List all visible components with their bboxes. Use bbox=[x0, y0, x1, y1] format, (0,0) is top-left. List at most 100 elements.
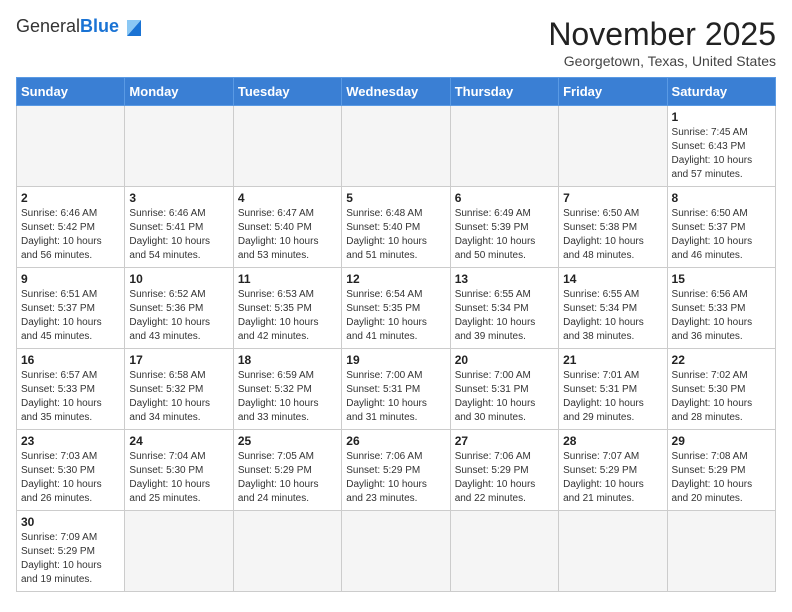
day-info: Sunrise: 6:52 AMSunset: 5:36 PMDaylight:… bbox=[129, 288, 228, 344]
calendar-cell: 6Sunrise: 6:49 AMSunset: 5:39 PMDaylight… bbox=[450, 187, 558, 268]
day-info: Sunrise: 6:54 AMSunset: 5:35 PMDaylight:… bbox=[346, 288, 445, 344]
col-wednesday: Wednesday bbox=[342, 78, 450, 106]
sunrise-text: Sunrise: 7:01 AM bbox=[563, 369, 662, 383]
sunset-text: Sunset: 5:40 PM bbox=[346, 221, 445, 235]
day-info: Sunrise: 6:47 AMSunset: 5:40 PMDaylight:… bbox=[238, 207, 337, 263]
sunrise-text: Sunrise: 6:48 AM bbox=[346, 207, 445, 221]
sunrise-text: Sunrise: 6:53 AM bbox=[238, 288, 337, 302]
calendar-cell: 12 Sunrise: 6:54 AMSunset: 5:35 PMDayligh… bbox=[342, 268, 450, 349]
day-info: Sunrise: 7:03 AMSunset: 5:30 PMDaylight:… bbox=[21, 450, 120, 506]
daylight-text: Daylight: 10 hours and 41 minutes. bbox=[346, 316, 445, 344]
daylight-text: Daylight: 10 hours and 29 minutes. bbox=[563, 397, 662, 425]
sunrise-text: Sunrise: 6:58 AM bbox=[129, 369, 228, 383]
calendar-cell: 15Sunrise: 6:56 AMSunset: 5:33 PMDayligh… bbox=[667, 268, 775, 349]
daylight-text: Daylight: 10 hours and 57 minutes. bbox=[672, 154, 771, 182]
day-number: 29 bbox=[672, 434, 771, 448]
daylight-text: Daylight: 10 hours and 30 minutes. bbox=[455, 397, 554, 425]
sunset-text: Sunset: 5:30 PM bbox=[21, 464, 120, 478]
month-title: November 2025 bbox=[548, 16, 776, 53]
sunset-text: Sunset: 5:42 PM bbox=[21, 221, 120, 235]
col-thursday: Thursday bbox=[450, 78, 558, 106]
sunset-text: Sunset: 5:38 PM bbox=[563, 221, 662, 235]
day-number: 20 bbox=[455, 353, 554, 367]
day-info: Sunrise: 6:46 AMSunset: 5:42 PMDaylight:… bbox=[21, 207, 120, 263]
calendar-cell: 27Sunrise: 7:06 AMSunset: 5:29 PMDayligh… bbox=[450, 430, 558, 511]
calendar-cell: 11 Sunrise: 6:53 AMSunset: 5:35 PMDayligh… bbox=[233, 268, 341, 349]
daylight-text: Daylight: 10 hours and 22 minutes. bbox=[455, 478, 554, 506]
sunrise-text: Sunrise: 6:47 AM bbox=[238, 207, 337, 221]
calendar-cell: 10 Sunrise: 6:52 AMSunset: 5:36 PMDayligh… bbox=[125, 268, 233, 349]
calendar-cell: 4Sunrise: 6:47 AMSunset: 5:40 PMDaylight… bbox=[233, 187, 341, 268]
day-number: 10 bbox=[129, 272, 228, 286]
sunset-text: Sunset: 5:32 PM bbox=[238, 383, 337, 397]
calendar-cell: 13Sunrise: 6:55 AMSunset: 5:34 PMDayligh… bbox=[450, 268, 558, 349]
daylight-text: Daylight: 10 hours and 19 minutes. bbox=[21, 559, 120, 587]
sunrise-text: Sunrise: 6:52 AM bbox=[129, 288, 228, 302]
day-number: 19 bbox=[346, 353, 445, 367]
calendar-cell: 5Sunrise: 6:48 AMSunset: 5:40 PMDaylight… bbox=[342, 187, 450, 268]
day-info: Sunrise: 7:05 AMSunset: 5:29 PMDaylight:… bbox=[238, 450, 337, 506]
calendar-cell: 17Sunrise: 6:58 AMSunset: 5:32 PMDayligh… bbox=[125, 349, 233, 430]
day-number: 18 bbox=[238, 353, 337, 367]
sunset-text: Sunset: 5:30 PM bbox=[672, 383, 771, 397]
calendar-cell bbox=[450, 106, 558, 187]
daylight-text: Daylight: 10 hours and 45 minutes. bbox=[21, 316, 120, 344]
calendar-cell bbox=[450, 511, 558, 592]
sunrise-text: Sunrise: 7:02 AM bbox=[672, 369, 771, 383]
daylight-text: Daylight: 10 hours and 43 minutes. bbox=[129, 316, 228, 344]
sunrise-text: Sunrise: 6:46 AM bbox=[21, 207, 120, 221]
day-info: Sunrise: 6:53 AMSunset: 5:35 PMDaylight:… bbox=[238, 288, 337, 344]
sunset-text: Sunset: 5:36 PM bbox=[129, 302, 228, 316]
sunset-text: Sunset: 6:43 PM bbox=[672, 140, 771, 154]
col-monday: Monday bbox=[125, 78, 233, 106]
calendar-cell bbox=[559, 106, 667, 187]
day-number: 13 bbox=[455, 272, 554, 286]
day-number: 24 bbox=[129, 434, 228, 448]
sunset-text: Sunset: 5:35 PM bbox=[238, 302, 337, 316]
daylight-text: Daylight: 10 hours and 25 minutes. bbox=[129, 478, 228, 506]
sunrise-text: Sunrise: 7:45 AM bbox=[672, 126, 771, 140]
calendar-cell: 21 Sunrise: 7:01 AMSunset: 5:31 PMDayligh… bbox=[559, 349, 667, 430]
calendar-cell: 26Sunrise: 7:06 AMSunset: 5:29 PMDayligh… bbox=[342, 430, 450, 511]
calendar-cell: 22Sunrise: 7:02 AMSunset: 5:30 PMDayligh… bbox=[667, 349, 775, 430]
day-number: 11 bbox=[238, 272, 337, 286]
day-number: 21 bbox=[563, 353, 662, 367]
day-info: Sunrise: 6:58 AMSunset: 5:32 PMDaylight:… bbox=[129, 369, 228, 425]
calendar-cell bbox=[342, 511, 450, 592]
daylight-text: Daylight: 10 hours and 39 minutes. bbox=[455, 316, 554, 344]
sunset-text: Sunset: 5:31 PM bbox=[346, 383, 445, 397]
day-info: Sunrise: 6:51 AMSunset: 5:37 PMDaylight:… bbox=[21, 288, 120, 344]
day-number: 8 bbox=[672, 191, 771, 205]
daylight-text: Daylight: 10 hours and 46 minutes. bbox=[672, 235, 771, 263]
calendar-cell: 7Sunrise: 6:50 AMSunset: 5:38 PMDaylight… bbox=[559, 187, 667, 268]
calendar-cell: 19Sunrise: 7:00 AMSunset: 5:31 PMDayligh… bbox=[342, 349, 450, 430]
daylight-text: Daylight: 10 hours and 33 minutes. bbox=[238, 397, 337, 425]
calendar-cell: 23 Sunrise: 7:03 AMSunset: 5:30 PMDayligh… bbox=[17, 430, 125, 511]
day-number: 16 bbox=[21, 353, 120, 367]
sunrise-text: Sunrise: 7:03 AM bbox=[21, 450, 120, 464]
day-number: 12 bbox=[346, 272, 445, 286]
sunset-text: Sunset: 5:41 PM bbox=[129, 221, 228, 235]
day-info: Sunrise: 7:06 AMSunset: 5:29 PMDaylight:… bbox=[346, 450, 445, 506]
day-info: Sunrise: 7:07 AMSunset: 5:29 PMDaylight:… bbox=[563, 450, 662, 506]
day-info: Sunrise: 6:56 AMSunset: 5:33 PMDaylight:… bbox=[672, 288, 771, 344]
sunset-text: Sunset: 5:29 PM bbox=[672, 464, 771, 478]
calendar-cell bbox=[125, 106, 233, 187]
calendar-cell: 30Sunrise: 7:09 AMSunset: 5:29 PMDayligh… bbox=[17, 511, 125, 592]
calendar-cell: 24Sunrise: 7:04 AMSunset: 5:30 PMDayligh… bbox=[125, 430, 233, 511]
sunset-text: Sunset: 5:39 PM bbox=[455, 221, 554, 235]
sunrise-text: Sunrise: 7:09 AM bbox=[21, 531, 120, 545]
day-number: 25 bbox=[238, 434, 337, 448]
day-info: Sunrise: 6:55 AMSunset: 5:34 PMDaylight:… bbox=[563, 288, 662, 344]
day-number: 6 bbox=[455, 191, 554, 205]
col-sunday: Sunday bbox=[17, 78, 125, 106]
daylight-text: Daylight: 10 hours and 31 minutes. bbox=[346, 397, 445, 425]
sunset-text: Sunset: 5:31 PM bbox=[563, 383, 662, 397]
day-number: 23 bbox=[21, 434, 120, 448]
page-header: GeneralBlue November 2025 Georgetown, Te… bbox=[16, 16, 776, 69]
daylight-text: Daylight: 10 hours and 24 minutes. bbox=[238, 478, 337, 506]
sunset-text: Sunset: 5:34 PM bbox=[563, 302, 662, 316]
day-info: Sunrise: 7:01 AMSunset: 5:31 PMDaylight:… bbox=[563, 369, 662, 425]
calendar-cell bbox=[233, 511, 341, 592]
sunrise-text: Sunrise: 7:08 AM bbox=[672, 450, 771, 464]
